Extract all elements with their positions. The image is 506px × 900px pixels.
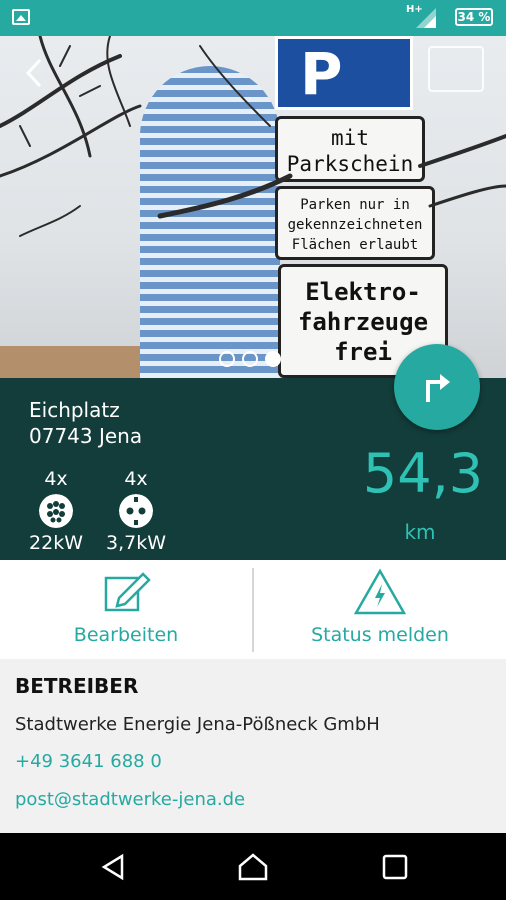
plug-power: 3,7kW xyxy=(105,532,166,554)
battery-indicator: 34 % xyxy=(455,8,493,26)
operator-phone-link[interactable]: +49 3641 688 0 xyxy=(15,751,162,772)
operator-section: BETREIBER Stadtwerke Energie Jena-Pößnec… xyxy=(0,659,506,833)
gallery-dot[interactable] xyxy=(219,350,235,367)
station-city: 07743 Jena xyxy=(29,424,143,448)
navigate-button[interactable] xyxy=(394,344,480,430)
back-arrow-icon[interactable] xyxy=(18,56,52,90)
edit-button[interactable]: Bearbeiten xyxy=(0,560,252,659)
operator-email-link[interactable]: post@stadtwerke-jena.de xyxy=(15,789,245,810)
distance-unit: km xyxy=(404,520,436,544)
report-status-label: Status melden xyxy=(311,624,449,646)
add-photo-button[interactable] xyxy=(428,46,484,92)
gallery-notification-icon xyxy=(12,9,30,25)
warning-bolt-icon xyxy=(354,568,406,615)
station-photo[interactable]: P mit Parkschein Parken nur in gekennzeich… xyxy=(0,36,506,378)
nav-home-icon[interactable] xyxy=(238,853,268,881)
report-status-button[interactable]: Status melden xyxy=(254,560,506,659)
station-info-panel: Eichplatz 07743 Jena 4x 22kW 4x 3,7kW 54… xyxy=(0,344,506,560)
operator-heading: BETREIBER xyxy=(15,674,139,698)
nav-recents-icon[interactable] xyxy=(382,854,408,880)
edit-label: Bearbeiten xyxy=(73,624,179,646)
station-street: Eichplatz xyxy=(29,398,120,422)
plug-schuko: 4x 3,7kW xyxy=(96,468,176,554)
schuko-plug-icon xyxy=(119,494,153,528)
gallery-dot[interactable] xyxy=(242,350,259,367)
distance-value: 54,3 xyxy=(362,442,484,505)
plug-count: 4x xyxy=(44,468,68,490)
plug-power: 22kW xyxy=(29,532,83,554)
edit-icon xyxy=(104,572,151,612)
turn-right-icon xyxy=(426,374,450,402)
action-bar: Bearbeiten Status melden xyxy=(0,560,506,659)
status-bar: H+ 34 % xyxy=(0,0,506,36)
gallery-dot-active[interactable] xyxy=(265,350,282,367)
system-navigation-bar xyxy=(0,833,506,900)
plug-type2: 4x 22kW xyxy=(16,468,96,554)
gallery-indicator xyxy=(219,348,283,367)
plug-count: 4x xyxy=(124,468,148,490)
signal-icon xyxy=(416,8,436,28)
nav-back-icon[interactable] xyxy=(100,853,128,881)
operator-name: Stadtwerke Energie Jena-Pößneck GmbH xyxy=(15,714,380,735)
type2-plug-icon xyxy=(39,494,73,528)
